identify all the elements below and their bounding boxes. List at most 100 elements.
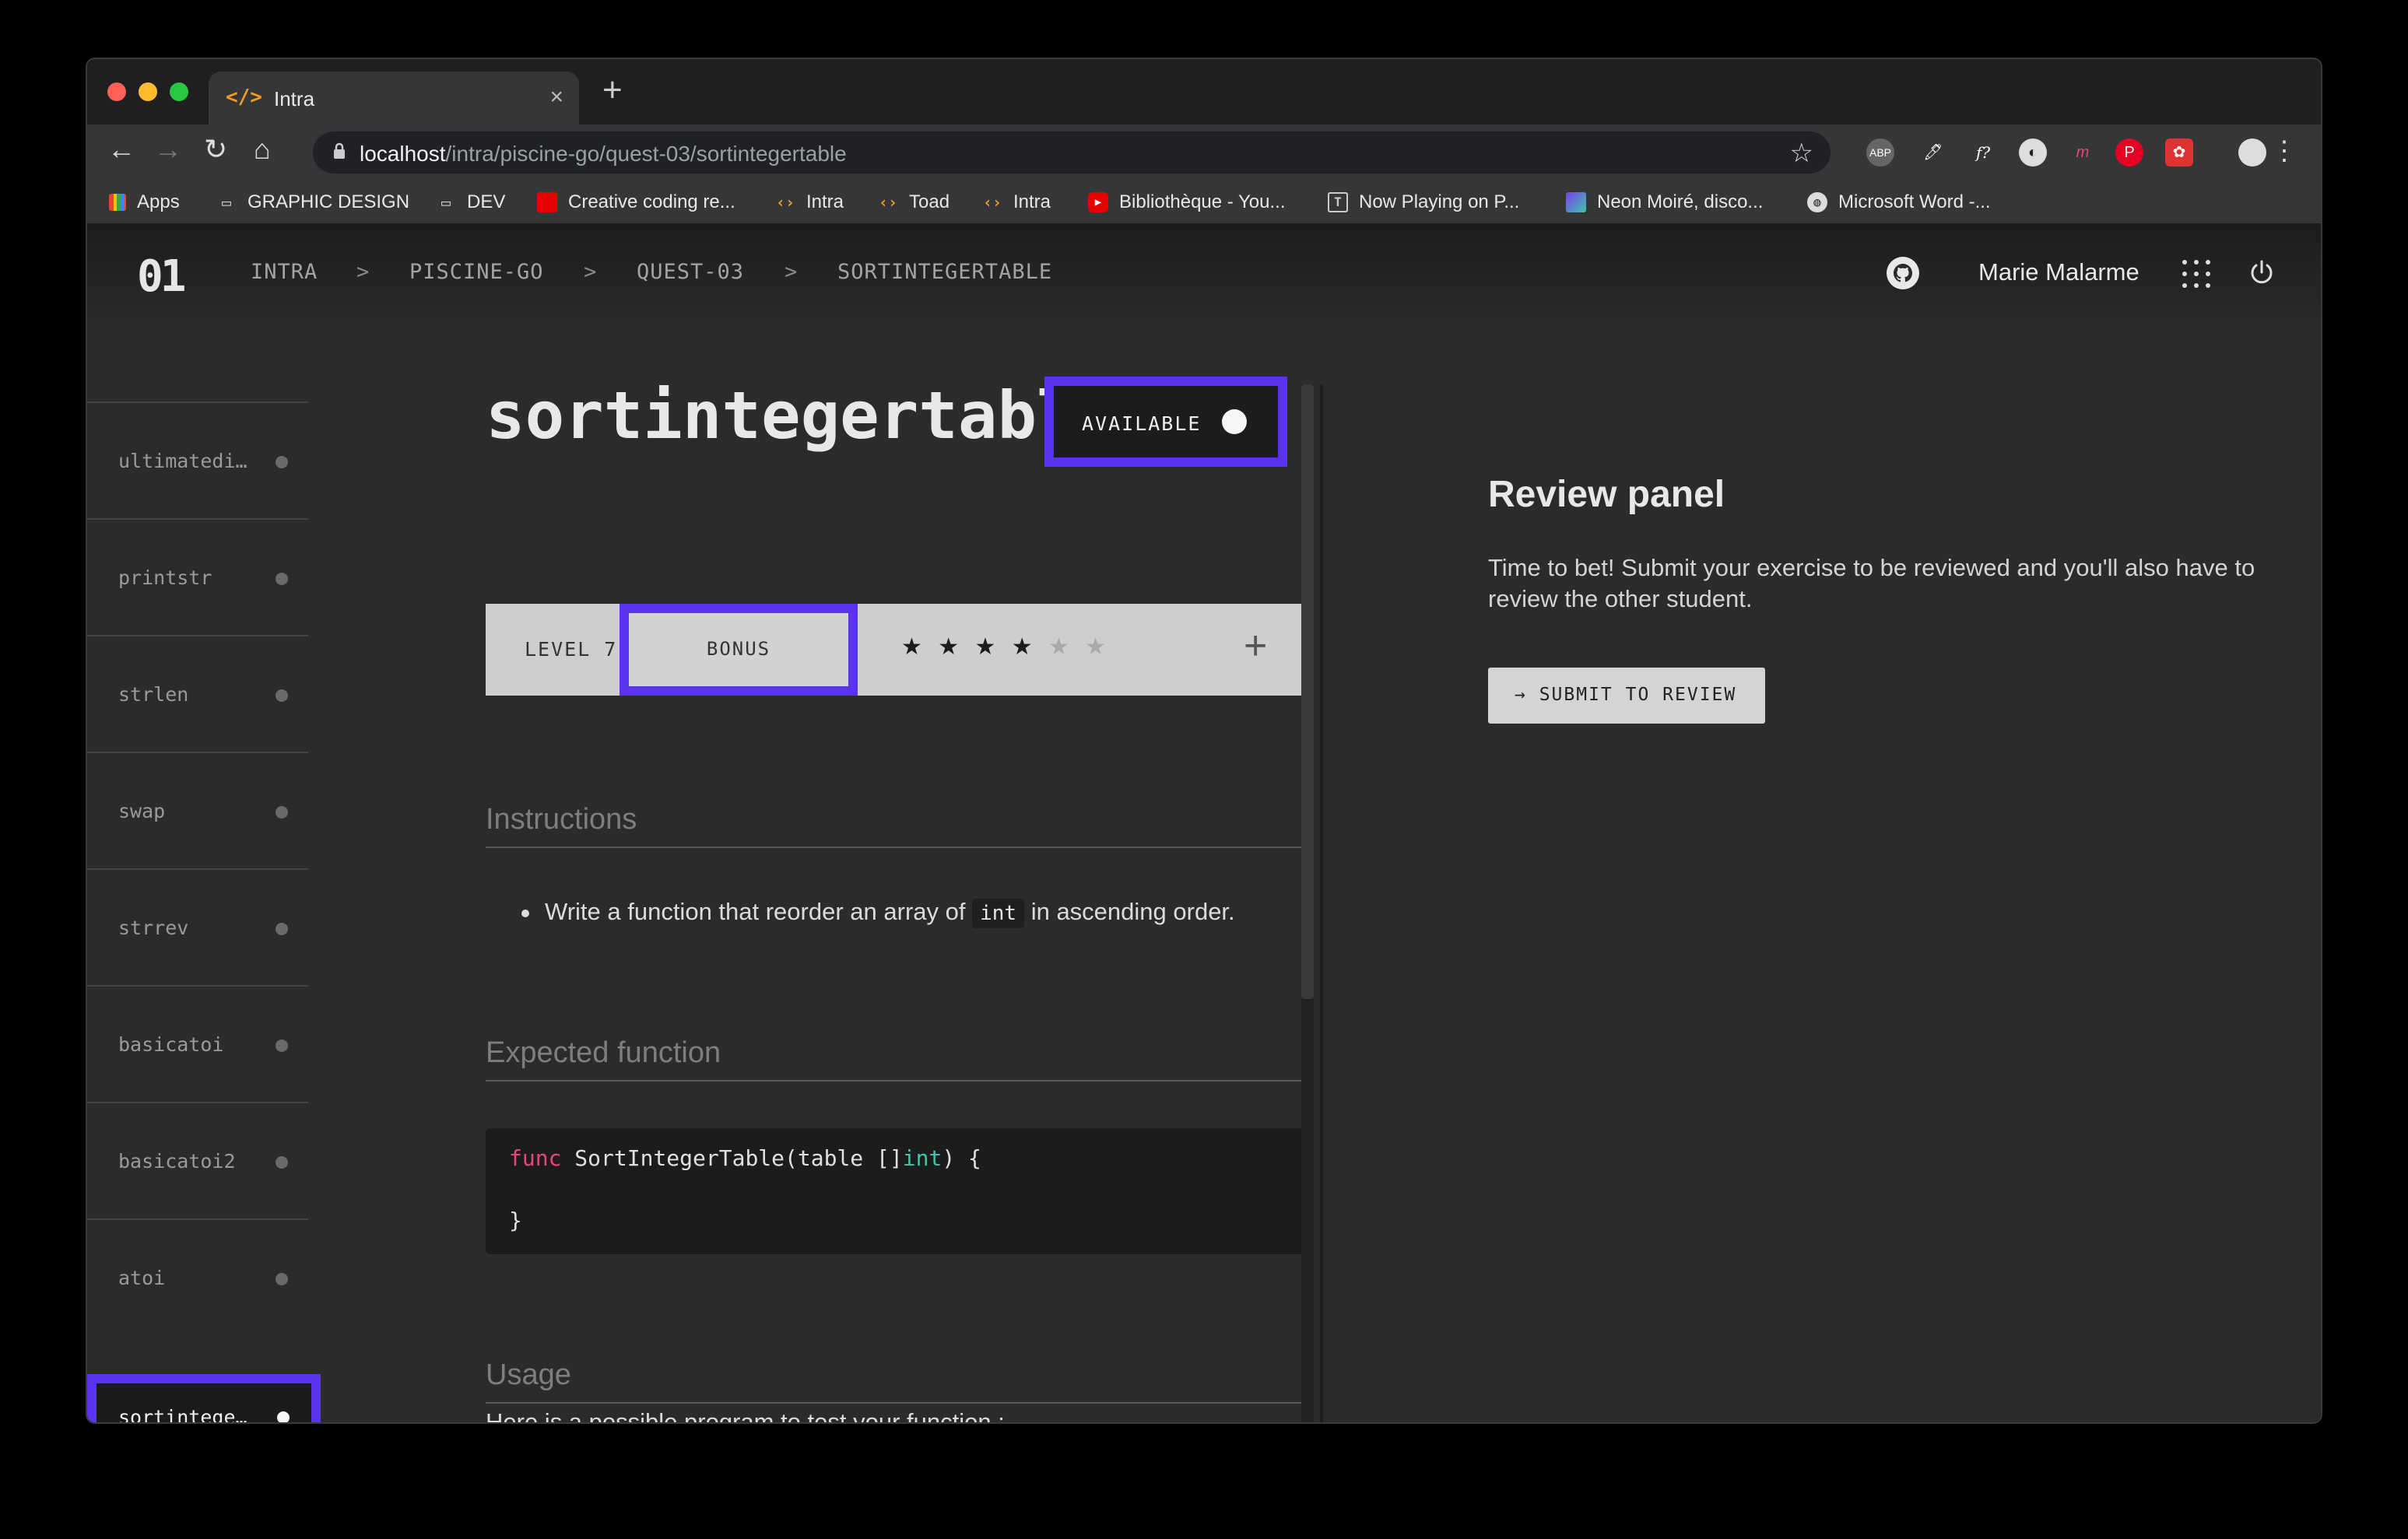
- status-dot: [276, 573, 288, 585]
- review-panel-text: Time to bet! Submit your exercise to be …: [1488, 554, 2255, 612]
- app-logo[interactable]: 01: [137, 255, 186, 299]
- red-square-icon: [537, 192, 557, 212]
- bullet: [521, 909, 529, 917]
- bonus-tag: BONUS: [620, 604, 858, 696]
- content-scrollbar-thumb[interactable]: [1301, 384, 1314, 999]
- bonus-label: BONUS: [706, 638, 771, 660]
- new-tab-button[interactable]: +: [602, 73, 623, 107]
- globe-icon: ◍: [1807, 192, 1827, 212]
- code-line: }: [509, 1208, 522, 1233]
- sidebar-item-label: atoi: [118, 1267, 166, 1289]
- youtube-icon: ▶: [1088, 192, 1108, 212]
- bookmark-intra[interactable]: ‹› Intra: [775, 191, 844, 213]
- exercise-sidebar: ultimatediv… printstr strlen swap strrev…: [87, 364, 321, 1422]
- code-icon: ‹›: [878, 193, 898, 212]
- adblock-extension-icon[interactable]: ABP: [1866, 138, 1894, 167]
- divider: [486, 847, 1312, 848]
- expand-plus-icon[interactable]: +: [1244, 626, 1267, 666]
- bookmarks-bar: Apps ▭ GRAPHIC DESIGN ▭ DEV Creative codin…: [87, 181, 2321, 224]
- mail-extension-icon[interactable]: m: [2069, 138, 2097, 167]
- exercise-info-bar: LEVEL 7 BONUS ★ ★ ★ ★ ★ ★ +: [486, 604, 1312, 696]
- tab-bar: </> Intra × +: [87, 59, 2321, 124]
- code-block: func SortIntegerTable(table []int) { }: [486, 1128, 1312, 1254]
- bookmark-apps[interactable]: Apps: [109, 191, 180, 213]
- browser-menu-icon[interactable]: ⋮: [2271, 135, 2297, 167]
- sidebar-item-label: printstr: [118, 566, 212, 589]
- usage-text: Here is a possible program to test your …: [486, 1408, 1005, 1422]
- status-dot: [276, 1156, 288, 1169]
- sidebar-item-strrev[interactable]: strrev: [87, 868, 308, 985]
- address-bar[interactable]: localhost/intra/piscine-go/quest-03/sort…: [313, 131, 1831, 174]
- review-panel-heading: Review panel: [1488, 474, 1725, 515]
- instruction-item: Write a function that reorder an array o…: [521, 898, 1235, 928]
- bookmark-dev[interactable]: ▭ DEV: [436, 191, 505, 213]
- sidebar-item-printstr[interactable]: printstr: [87, 518, 308, 635]
- sidebar-item-atoi[interactable]: atoi: [87, 1218, 308, 1335]
- maximize-window-button[interactable]: [170, 82, 188, 101]
- bookmark-microsoft-word[interactable]: ◍ Microsoft Word -...: [1807, 191, 1991, 213]
- bookmark-star-icon[interactable]: ☆: [1790, 138, 1813, 169]
- bookmark-neon-moire[interactable]: Neon Moiré, disco...: [1566, 191, 1763, 213]
- code-icon: ‹›: [775, 193, 795, 212]
- sidebar-item-strlen[interactable]: strlen: [87, 635, 308, 752]
- difficulty-stars: ★ ★ ★ ★ ★ ★: [901, 633, 1111, 661]
- inline-code: int: [972, 899, 1025, 928]
- review-panel: Review panel Time to bet! Submit your ex…: [1401, 224, 2257, 1422]
- color-picker-extension-icon[interactable]: 🖊: [1919, 138, 1947, 167]
- extension-icon[interactable]: ◐: [2019, 138, 2047, 167]
- bookmark-now-playing[interactable]: T Now Playing on P...: [1328, 191, 1519, 213]
- back-icon[interactable]: ←: [107, 135, 135, 163]
- browser-tab[interactable]: </> Intra ×: [209, 72, 579, 124]
- code-icon: </>: [226, 86, 262, 109]
- panel-divider: [1320, 384, 1323, 1422]
- bookmark-graphic-design[interactable]: ▭ GRAPHIC DESIGN: [216, 191, 409, 213]
- sidebar-item-ultimatediv[interactable]: ultimatediv…: [87, 401, 308, 518]
- divider: [486, 1080, 1312, 1082]
- sidebar-item-label: ultimatediv…: [118, 450, 258, 472]
- status-dot: [276, 806, 288, 819]
- exercise-content: sortintegertable AVAILABLE LEVEL 7 BONUS…: [398, 224, 1348, 1422]
- folder-icon: ▭: [221, 193, 232, 212]
- submit-to-review-button[interactable]: → SUBMIT TO REVIEW: [1488, 668, 1765, 724]
- reload-icon[interactable]: ↻: [204, 135, 227, 163]
- browser-toolbar: ← → ↻ ⌂ localhost/intra/piscine-go/quest…: [87, 124, 2321, 181]
- lock-icon: [334, 142, 345, 159]
- close-window-button[interactable]: [107, 82, 126, 101]
- sidebar-item-label: strrev: [118, 917, 189, 939]
- forward-icon[interactable]: →: [154, 135, 182, 163]
- folder-icon: ▭: [441, 193, 451, 212]
- close-tab-icon[interactable]: ×: [549, 84, 563, 110]
- url-text: localhost/intra/piscine-go/quest-03/sort…: [360, 142, 847, 166]
- sidebar-item-label: swap: [118, 800, 166, 822]
- bookmark-intra-2[interactable]: ‹› Intra: [982, 191, 1051, 213]
- code-line: func SortIntegerTable(table []int) {: [509, 1145, 981, 1171]
- extension-red-icon[interactable]: ✿: [2165, 138, 2193, 167]
- home-icon[interactable]: ⌂: [254, 135, 271, 163]
- bookmark-youtube[interactable]: ▶ Bibliothèque - You...: [1088, 191, 1286, 213]
- submit-button-label: → SUBMIT TO REVIEW: [1515, 685, 1737, 705]
- sidebar-item-basicatoi2[interactable]: basicatoi2: [87, 1102, 308, 1218]
- status-dot: [276, 1039, 288, 1052]
- usage-heading: Usage: [486, 1358, 571, 1391]
- font-extension-icon[interactable]: f?: [1969, 138, 1997, 167]
- exercise-title: sortintegertable: [486, 377, 1116, 454]
- sidebar-item-label: basicatoi: [118, 1033, 224, 1056]
- status-dot: [276, 689, 288, 702]
- status-label: AVAILABLE: [1082, 412, 1202, 435]
- profile-avatar[interactable]: [2238, 138, 2266, 167]
- divider: [486, 1402, 1312, 1404]
- bookmark-toad[interactable]: ‹› Toad: [878, 191, 950, 213]
- star-empty-icon: ★ ★: [1048, 634, 1111, 660]
- pinterest-icon[interactable]: P: [2115, 138, 2143, 167]
- sidebar-item-sortintegertable[interactable]: sortinteger…: [87, 1374, 321, 1422]
- breadcrumb-intra[interactable]: INTRA: [251, 260, 318, 284]
- status-dot: [277, 1411, 290, 1422]
- sidebar-item-swap[interactable]: swap: [87, 752, 308, 868]
- expected-function-heading: Expected function: [486, 1036, 721, 1069]
- t-icon: T: [1328, 192, 1348, 212]
- status-dot: [276, 456, 288, 468]
- bookmark-creative-coding[interactable]: Creative coding re...: [537, 191, 735, 213]
- minimize-window-button[interactable]: [139, 82, 157, 101]
- browser-window: </> Intra × + ← → ↻ ⌂ localhost/intra/pi…: [87, 59, 2321, 1422]
- sidebar-item-basicatoi[interactable]: basicatoi: [87, 985, 308, 1102]
